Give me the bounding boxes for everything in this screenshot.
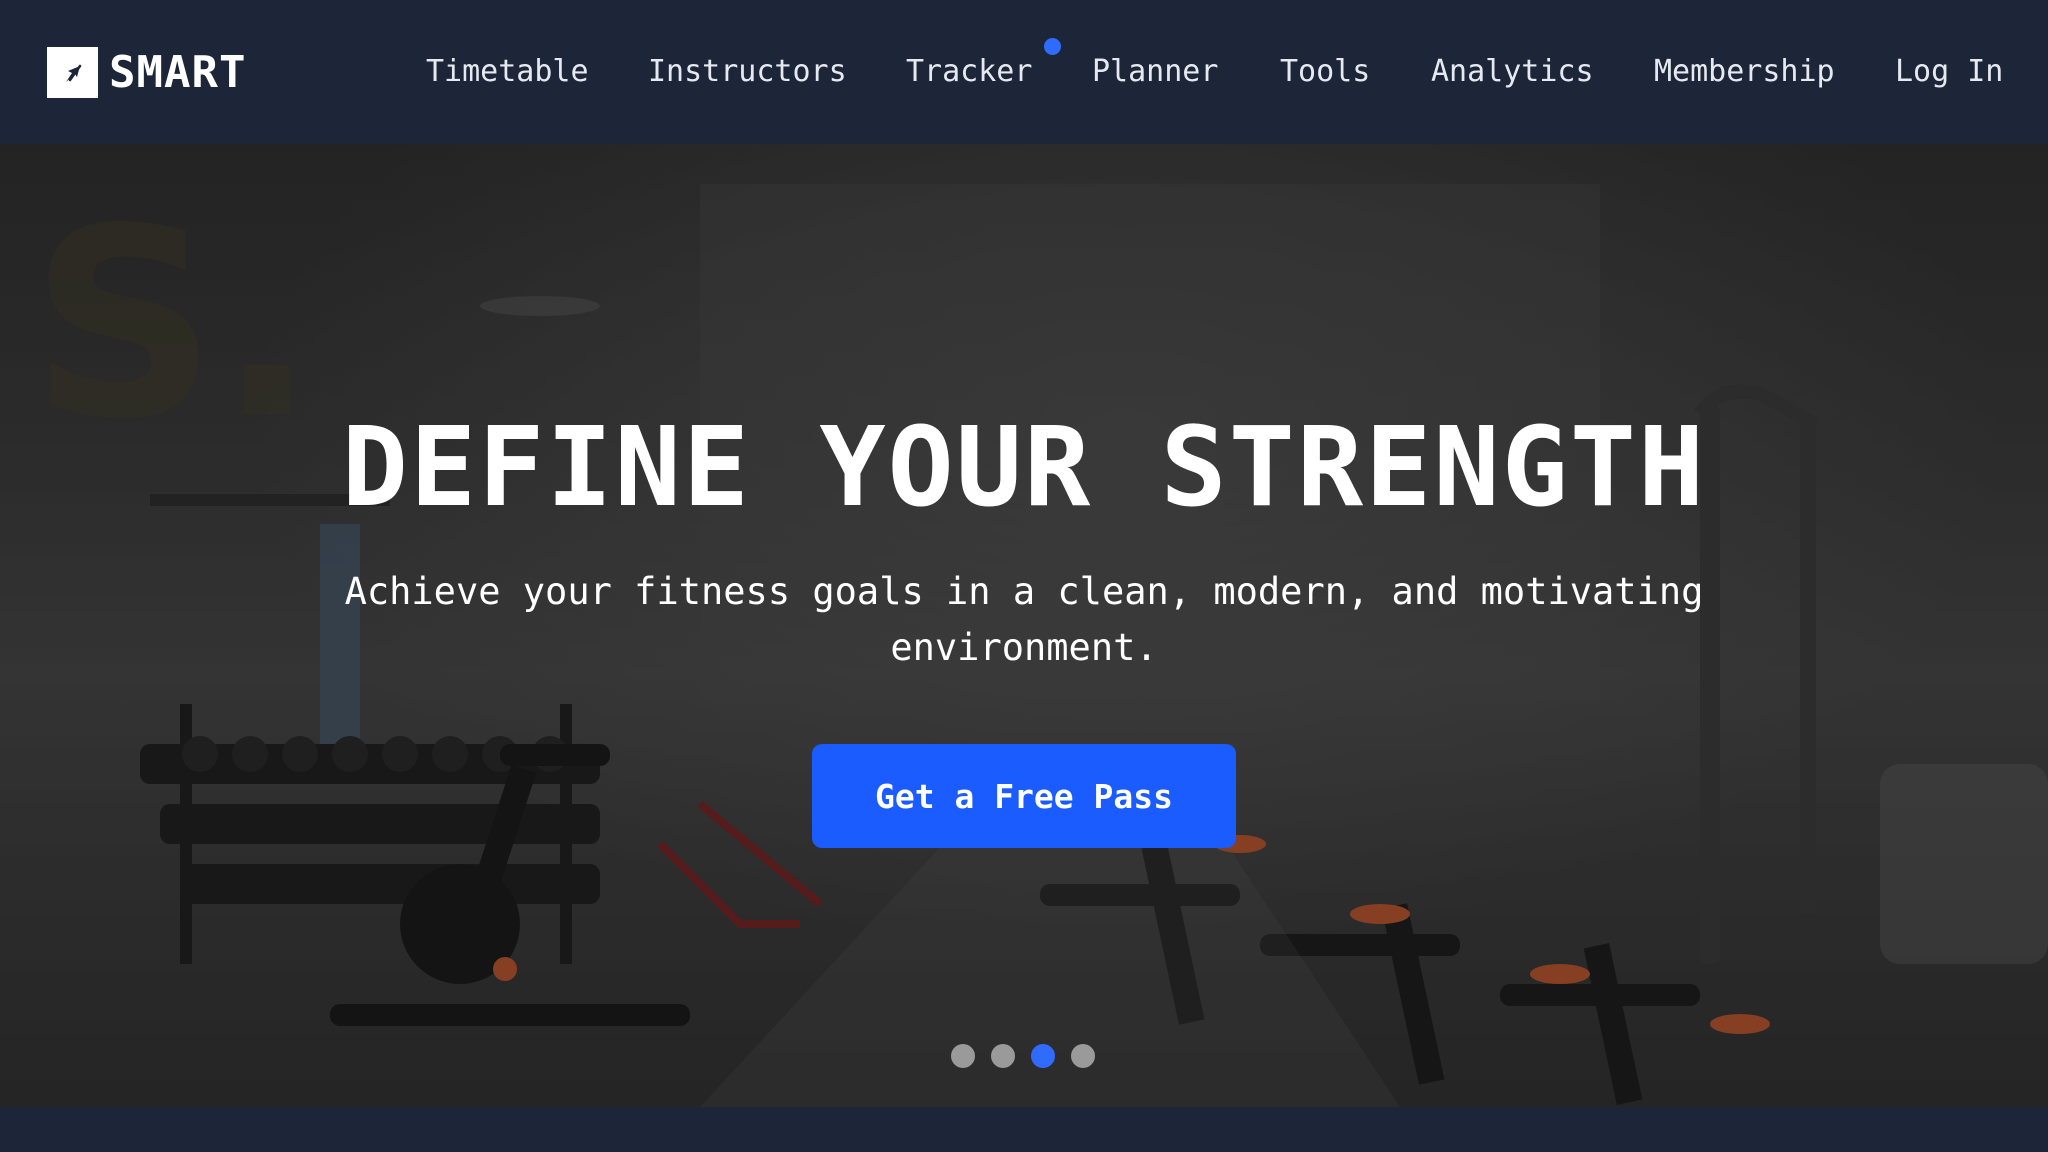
carousel-dot-2[interactable]: [991, 1044, 1015, 1068]
nav-analytics[interactable]: Analytics: [1431, 50, 1594, 94]
carousel-dot-4[interactable]: [1071, 1044, 1095, 1068]
hero-subtitle: Achieve your fitness goals in a clean, m…: [344, 570, 1704, 669]
main-nav: Timetable Instructors Tracker Planner To…: [0, 0, 2048, 144]
nav-tracker[interactable]: Tracker: [906, 50, 1032, 94]
top-navbar: SMART Timetable Instructors Tracker Plan…: [0, 0, 2048, 144]
hero-carousel: S. DEFINE YOUR STRENGTH Achieve your fit…: [0, 144, 2048, 1107]
carousel-indicators: [951, 1044, 1095, 1068]
nav-membership[interactable]: Membership: [1654, 50, 1835, 94]
nav-planner[interactable]: Planner: [1092, 50, 1218, 94]
carousel-dot-1[interactable]: [951, 1044, 975, 1068]
nav-timetable[interactable]: Timetable: [426, 50, 589, 94]
notification-dot: [1044, 38, 1061, 55]
carousel-dot-3[interactable]: [1031, 1044, 1055, 1068]
nav-tools[interactable]: Tools: [1280, 50, 1370, 94]
free-pass-button[interactable]: Get a Free Pass: [812, 744, 1236, 848]
hero-title: DEFINE YOUR STRENGTH: [341, 403, 1707, 531]
nav-login[interactable]: Log In: [1895, 50, 2003, 94]
next-section-edge: [0, 1107, 2048, 1152]
nav-instructors[interactable]: Instructors: [648, 50, 847, 94]
